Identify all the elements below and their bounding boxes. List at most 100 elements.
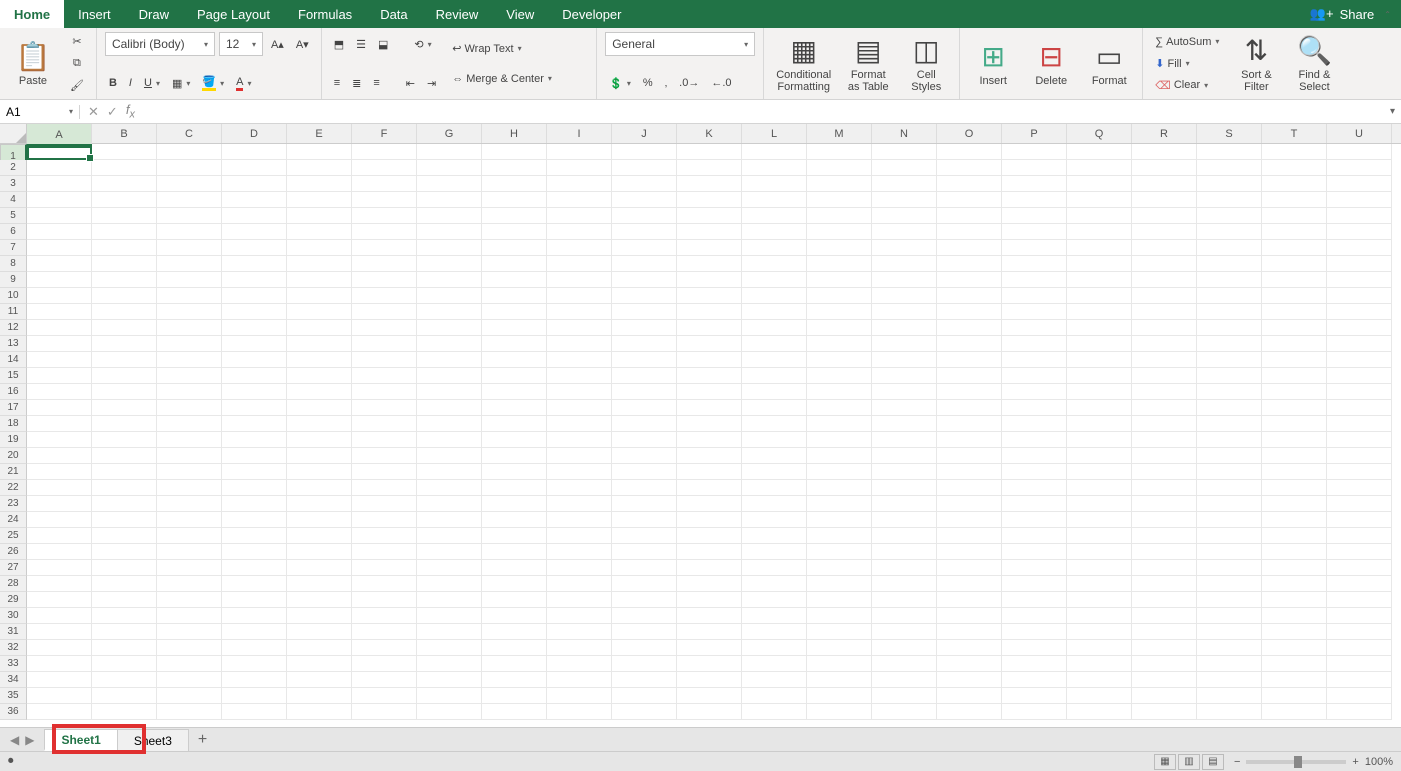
cell-K26[interactable] <box>677 544 742 560</box>
cell-C10[interactable] <box>157 288 222 304</box>
increase-indent-button[interactable]: ⇥ <box>423 71 440 95</box>
cell-A15[interactable] <box>27 368 92 384</box>
cell-L2[interactable] <box>742 160 807 176</box>
column-header-T[interactable]: T <box>1262 124 1327 143</box>
cell-B29[interactable] <box>92 592 157 608</box>
cell-I11[interactable] <box>547 304 612 320</box>
cell-D7[interactable] <box>222 240 287 256</box>
cell-D4[interactable] <box>222 192 287 208</box>
cell-D29[interactable] <box>222 592 287 608</box>
cell-C19[interactable] <box>157 432 222 448</box>
cell-M1[interactable] <box>807 144 872 160</box>
cell-B8[interactable] <box>92 256 157 272</box>
cell-F23[interactable] <box>352 496 417 512</box>
cell-D20[interactable] <box>222 448 287 464</box>
cell-C17[interactable] <box>157 400 222 416</box>
cell-B18[interactable] <box>92 416 157 432</box>
cell-P30[interactable] <box>1002 608 1067 624</box>
row-header-21[interactable]: 21 <box>0 464 27 480</box>
cell-K28[interactable] <box>677 576 742 592</box>
cell-Q25[interactable] <box>1067 528 1132 544</box>
cell-J4[interactable] <box>612 192 677 208</box>
cell-P18[interactable] <box>1002 416 1067 432</box>
cell-F12[interactable] <box>352 320 417 336</box>
cell-Q19[interactable] <box>1067 432 1132 448</box>
row-header-30[interactable]: 30 <box>0 608 27 624</box>
cell-H24[interactable] <box>482 512 547 528</box>
cell-L33[interactable] <box>742 656 807 672</box>
cell-A31[interactable] <box>27 624 92 640</box>
cell-C35[interactable] <box>157 688 222 704</box>
cell-H6[interactable] <box>482 224 547 240</box>
cell-O16[interactable] <box>937 384 1002 400</box>
cell-Q6[interactable] <box>1067 224 1132 240</box>
cell-G15[interactable] <box>417 368 482 384</box>
cell-P1[interactable] <box>1002 144 1067 160</box>
cell-I5[interactable] <box>547 208 612 224</box>
cell-R8[interactable] <box>1132 256 1197 272</box>
cell-A27[interactable] <box>27 560 92 576</box>
row-header-35[interactable]: 35 <box>0 688 27 704</box>
cell-K34[interactable] <box>677 672 742 688</box>
cell-T17[interactable] <box>1262 400 1327 416</box>
ribbon-tab-page-layout[interactable]: Page Layout <box>183 0 284 28</box>
cell-B31[interactable] <box>92 624 157 640</box>
cell-N10[interactable] <box>872 288 937 304</box>
view-pagelayout-button[interactable]: ▥ <box>1178 754 1200 770</box>
cell-R16[interactable] <box>1132 384 1197 400</box>
cell-K8[interactable] <box>677 256 742 272</box>
cell-H32[interactable] <box>482 640 547 656</box>
cell-B24[interactable] <box>92 512 157 528</box>
row-header-17[interactable]: 17 <box>0 400 27 416</box>
cell-B13[interactable] <box>92 336 157 352</box>
cell-I28[interactable] <box>547 576 612 592</box>
cell-H2[interactable] <box>482 160 547 176</box>
cell-P2[interactable] <box>1002 160 1067 176</box>
cell-E12[interactable] <box>287 320 352 336</box>
column-header-H[interactable]: H <box>482 124 547 143</box>
cell-K9[interactable] <box>677 272 742 288</box>
cell-L22[interactable] <box>742 480 807 496</box>
cell-B11[interactable] <box>92 304 157 320</box>
cell-G19[interactable] <box>417 432 482 448</box>
cell-I36[interactable] <box>547 704 612 720</box>
cell-O17[interactable] <box>937 400 1002 416</box>
cell-A32[interactable] <box>27 640 92 656</box>
cell-O7[interactable] <box>937 240 1002 256</box>
zoom-out-button[interactable]: − <box>1234 756 1240 768</box>
underline-button[interactable]: U▾ <box>140 71 164 95</box>
cell-F19[interactable] <box>352 432 417 448</box>
cell-M10[interactable] <box>807 288 872 304</box>
cell-R12[interactable] <box>1132 320 1197 336</box>
cell-M30[interactable] <box>807 608 872 624</box>
cell-N21[interactable] <box>872 464 937 480</box>
cell-U25[interactable] <box>1327 528 1392 544</box>
cell-H23[interactable] <box>482 496 547 512</box>
cell-T36[interactable] <box>1262 704 1327 720</box>
cell-O6[interactable] <box>937 224 1002 240</box>
cell-D2[interactable] <box>222 160 287 176</box>
column-header-I[interactable]: I <box>547 124 612 143</box>
cell-B6[interactable] <box>92 224 157 240</box>
cell-U14[interactable] <box>1327 352 1392 368</box>
cell-Q11[interactable] <box>1067 304 1132 320</box>
cell-C5[interactable] <box>157 208 222 224</box>
cell-A17[interactable] <box>27 400 92 416</box>
cell-M21[interactable] <box>807 464 872 480</box>
cell-B28[interactable] <box>92 576 157 592</box>
cell-L10[interactable] <box>742 288 807 304</box>
cell-P35[interactable] <box>1002 688 1067 704</box>
cell-M19[interactable] <box>807 432 872 448</box>
cell-P16[interactable] <box>1002 384 1067 400</box>
cell-B16[interactable] <box>92 384 157 400</box>
align-center-button[interactable]: ≣ <box>348 71 365 95</box>
cell-R7[interactable] <box>1132 240 1197 256</box>
cell-S8[interactable] <box>1197 256 1262 272</box>
cell-T1[interactable] <box>1262 144 1327 160</box>
cell-O28[interactable] <box>937 576 1002 592</box>
cell-N20[interactable] <box>872 448 937 464</box>
sheet-tab-sheet1[interactable]: Sheet1 <box>44 729 117 751</box>
delete-cells-button[interactable]: ⊟Delete <box>1026 32 1076 95</box>
cell-G21[interactable] <box>417 464 482 480</box>
cell-A30[interactable] <box>27 608 92 624</box>
